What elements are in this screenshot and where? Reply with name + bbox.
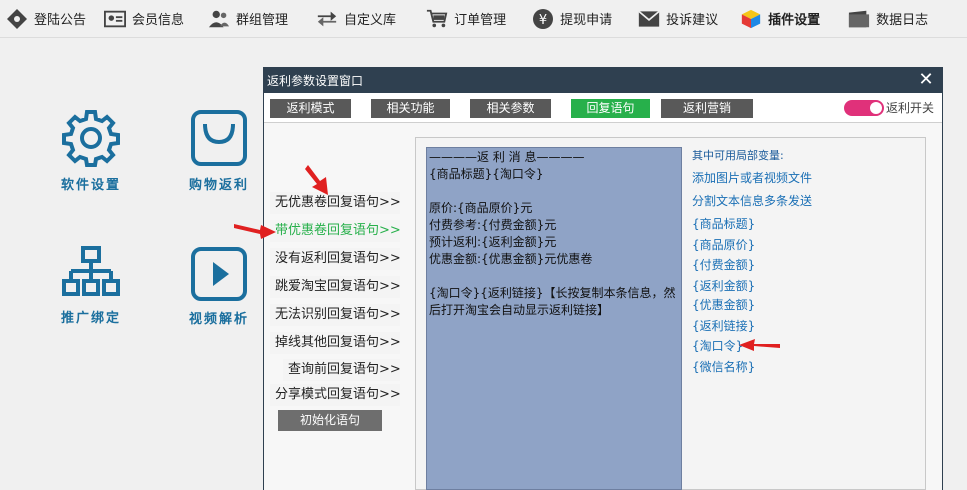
software-settings-shortcut[interactable]: 软件设置 [51,108,131,193]
annotation-arrow-icon [739,339,780,351]
annotation-arrow-icon [305,165,328,195]
toggle-knob [869,101,882,114]
toolbar-label: 订单管理 [454,13,507,28]
play-icon [191,247,247,301]
toolbar-label: 会员信息 [132,13,185,28]
cube-icon [740,8,762,30]
var-split-send[interactable]: 分割文本信息多条发送 [692,192,812,209]
video-parse-shortcut[interactable]: 视频解析 [179,246,259,327]
tab-bar: 返利模式 相关功能 相关参数 回复语句 返利营销 返利开关 [264,93,942,123]
promo-binding-label: 推广绑定 [60,311,121,326]
video-parse-label: 视频解析 [188,312,249,327]
toolbar-member-info[interactable]: 会员信息 [98,0,190,38]
menu-share-mode-reply[interactable]: 分享模式回复语句>> [270,384,401,406]
yen-coin-icon: ¥ [532,8,554,30]
menu-offline-other-reply[interactable]: 掉线其他回复语句>> [270,332,401,354]
toolbar-order-manage[interactable]: 订单管理 [420,0,512,38]
vars-title: 其中可用局部变量: [692,149,784,162]
var-rebate-amount[interactable]: {返利金额} [692,277,755,294]
tab-related-functions[interactable]: 相关功能 [371,99,450,118]
envelope-icon [638,8,660,30]
var-coupon-amount[interactable]: {优惠金额} [692,296,755,313]
diamond-icon [6,8,28,30]
shopping-cart-icon [426,8,448,30]
promo-binding-shortcut[interactable]: 推广绑定 [51,245,131,326]
var-goods-title[interactable]: {商品标题} [692,215,755,232]
rebate-switch-label: 返利开关 [885,101,934,115]
var-pay-amount[interactable]: {付费金额} [692,256,755,273]
id-card-icon [104,8,127,30]
shopping-rebate-label: 购物返利 [188,178,249,193]
menu-pre-query-reply[interactable]: 查询前回复语句>> [283,359,401,381]
reply-message-textarea[interactable]: ————返 利 消 息———— {商品标题}{淘口令} 原价:{商品原价}元 付… [426,147,682,490]
var-taokouling[interactable]: {淘口令} [692,337,743,354]
toolbar-label: 投诉建议 [666,13,719,28]
toolbar-data-log[interactable]: 数据日志 [842,0,934,38]
var-add-media[interactable]: 添加图片或者视频文件 [692,169,812,186]
tab-rebate-mode[interactable]: 返利模式 [270,99,351,118]
toolbar-label: 数据日志 [876,13,929,28]
toolbar-plugin-settings[interactable]: 插件设置 [734,0,826,38]
toolbar-label: 插件设置 [768,13,821,28]
toggle-switch[interactable] [843,99,884,116]
toolbar-label: 自定义库 [344,13,397,28]
toolbar-complaints[interactable]: 投诉建议 [632,0,724,38]
var-wechat-name[interactable]: {微信名称} [692,358,755,375]
toolbar-label: 群组管理 [236,13,289,28]
toolbar-login-notice[interactable]: 登陆公告 [0,0,92,38]
rebate-switch[interactable]: 返利开关 [843,99,934,116]
svg-text:¥: ¥ [539,13,547,28]
shopping-rebate-shortcut[interactable]: 购物返利 [179,108,259,193]
menu-jump-taobao-reply[interactable]: 跳爱淘宝回复语句>> [270,276,401,298]
tab-related-params[interactable]: 相关参数 [470,99,551,118]
menu-unrecognized-reply[interactable]: 无法识别回复语句>> [270,304,401,326]
folder-icon [848,8,870,30]
toolbar-group-manage[interactable]: 群组管理 [202,0,294,38]
toolbar-custom-library[interactable]: 自定义库 [310,0,402,38]
var-original-price[interactable]: {商品原价} [692,236,755,253]
dialog-title-bar[interactable]: 返利参数设置窗口 ✕ [264,68,942,93]
shopping-bag-icon [191,110,247,166]
top-toolbar: 登陆公告 会员信息 群组管理 自定义库 订单管理 ¥ 提现申请 投诉建议 插件设… [0,0,967,38]
swap-arrows-icon [316,8,338,30]
toolbar-withdraw-request[interactable]: ¥ 提现申请 [526,0,618,38]
var-rebate-link[interactable]: {返利链接} [692,317,755,334]
tab-rebate-marketing[interactable]: 返利营销 [661,99,753,118]
toolbar-label: 提现申请 [560,13,613,28]
toolbar-label: 登陆公告 [34,13,87,28]
software-settings-label: 软件设置 [60,178,121,193]
menu-no-rebate-reply[interactable]: 没有返利回复语句>> [270,248,401,270]
tab-reply-statements[interactable]: 回复语句 [571,99,650,118]
org-chart-icon [62,246,120,296]
dialog-title: 返利参数设置窗口 [267,74,364,88]
group-icon [208,8,230,30]
gear-icon [62,110,120,167]
menu-with-coupon-reply[interactable]: 带优惠卷回复语句>> [270,220,401,242]
annotation-arrow-icon [234,224,276,239]
init-statements-button[interactable]: 初始化语句 [278,410,382,431]
close-icon[interactable]: ✕ [916,70,936,90]
